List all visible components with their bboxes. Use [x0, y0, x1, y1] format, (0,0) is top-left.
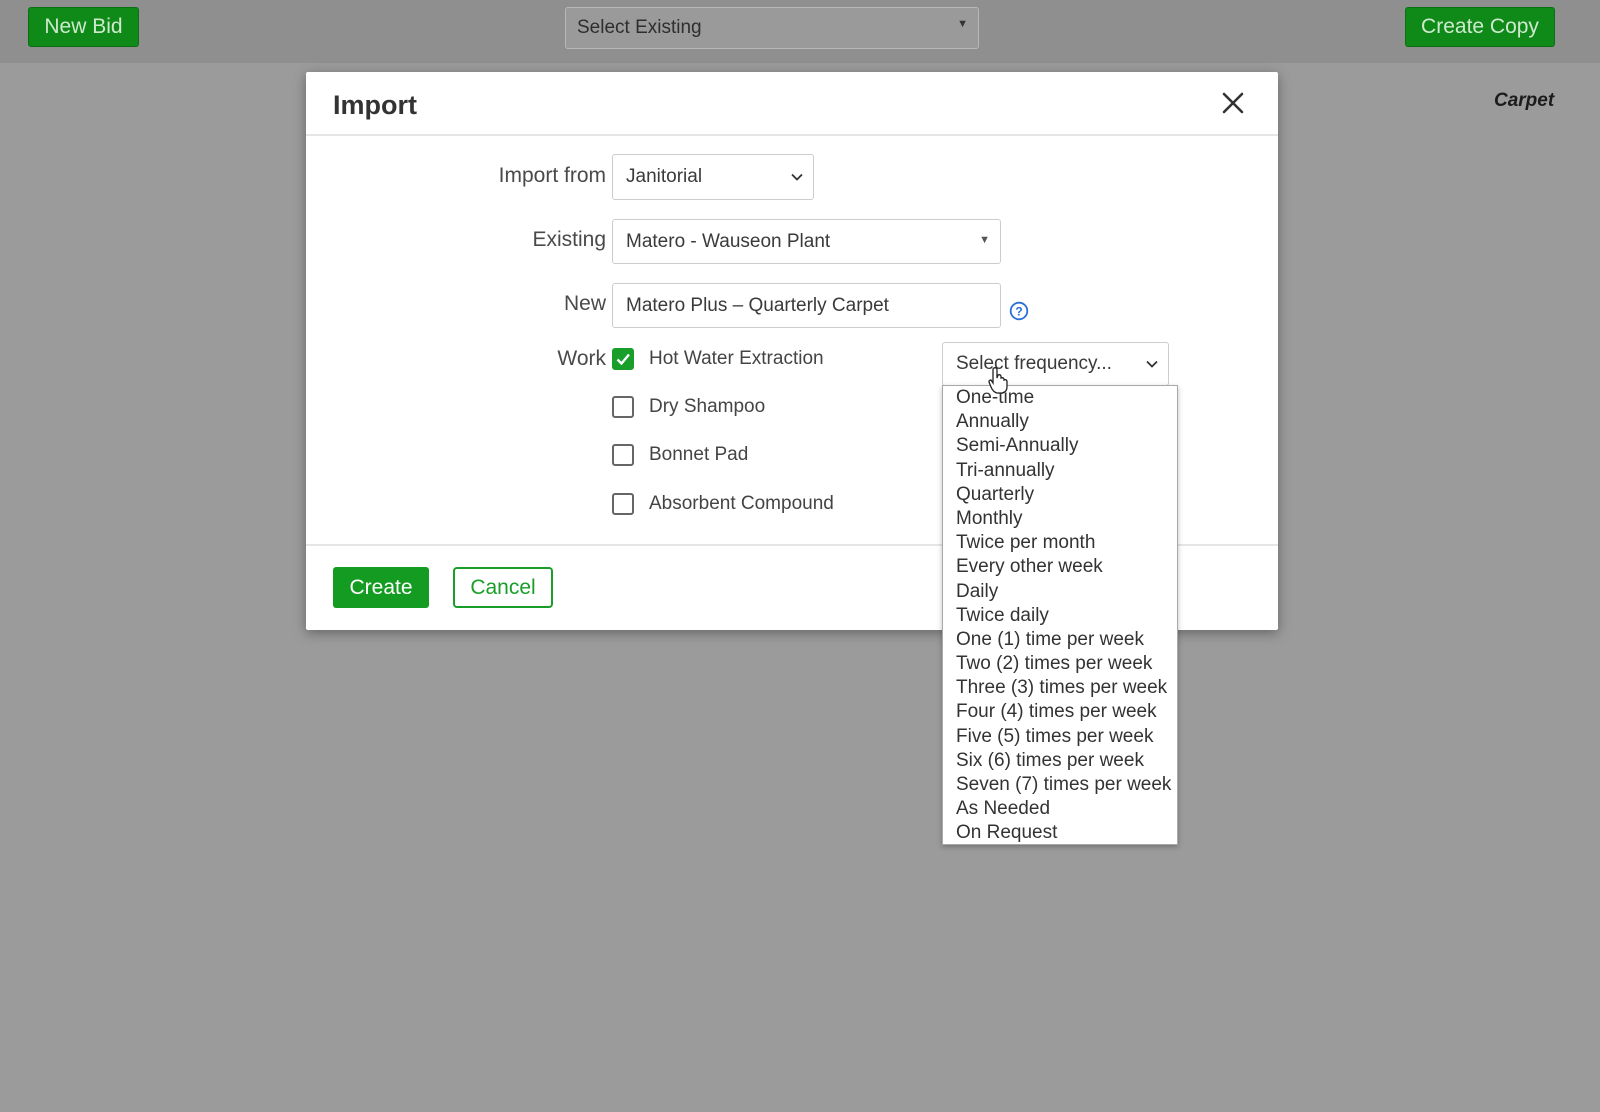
frequency-select[interactable]: Select frequency...: [942, 342, 1169, 386]
dropdown-arrow-icon: ▼: [957, 18, 968, 30]
checkbox-checked[interactable]: [612, 348, 634, 370]
new-name-value: Matero Plus – Quarterly Carpet: [626, 294, 889, 316]
create-button[interactable]: Create: [333, 567, 429, 608]
frequency-option[interactable]: Three (3) times per week: [943, 676, 1177, 700]
dialog-header: Import: [306, 72, 1278, 136]
existing-label: Existing: [532, 228, 606, 251]
chevron-down-icon: [791, 173, 803, 181]
frequency-option[interactable]: One (1) time per week: [943, 628, 1177, 652]
chevron-down-icon: [1146, 360, 1158, 368]
frequency-option[interactable]: Twice daily: [943, 604, 1177, 628]
frequency-option[interactable]: One-time: [943, 386, 1177, 410]
frequency-option[interactable]: Twice per month: [943, 531, 1177, 555]
frequency-placeholder: Select frequency...: [956, 353, 1112, 374]
frequency-option[interactable]: Four (4) times per week: [943, 700, 1177, 724]
hand-cursor-icon: [988, 367, 1008, 394]
work-item-dry-shampoo[interactable]: Dry Shampoo: [612, 396, 765, 418]
dialog-title: Import: [333, 90, 417, 120]
new-bid-button[interactable]: New Bid: [28, 7, 139, 47]
work-item-absorbent-compound[interactable]: Absorbent Compound: [612, 493, 834, 515]
work-item-hot-water-extraction[interactable]: Hot Water Extraction: [612, 348, 824, 370]
dropdown-arrow-icon: ▼: [979, 234, 990, 246]
frequency-option[interactable]: Tri-annually: [943, 459, 1177, 483]
frequency-option[interactable]: On Request: [943, 821, 1177, 845]
work-item-label: Dry Shampoo: [649, 396, 766, 417]
checkbox[interactable]: [612, 493, 634, 515]
checkbox[interactable]: [612, 444, 634, 466]
close-icon[interactable]: [1220, 90, 1246, 116]
new-name-input[interactable]: Matero Plus – Quarterly Carpet: [612, 283, 1001, 328]
work-item-label: Hot Water Extraction: [649, 348, 824, 369]
new-label: New: [563, 292, 606, 315]
frequency-option[interactable]: Quarterly: [943, 483, 1177, 507]
create-copy-button[interactable]: Create Copy: [1405, 7, 1555, 47]
frequency-option[interactable]: Monthly: [943, 507, 1177, 531]
frequency-option[interactable]: Semi-Annually: [943, 434, 1177, 458]
existing-select[interactable]: Matero - Wauseon Plant ▼: [612, 219, 1001, 264]
frequency-option[interactable]: Seven (7) times per week: [943, 773, 1177, 797]
frequency-option[interactable]: Daily: [943, 580, 1177, 604]
import-from-select[interactable]: Janitorial: [612, 154, 814, 200]
checkbox[interactable]: [612, 396, 634, 418]
frequency-options-list: One-time Annually Semi-Annually Tri-annu…: [942, 385, 1178, 845]
import-from-value: Janitorial: [626, 166, 703, 187]
cancel-button[interactable]: Cancel: [453, 567, 553, 608]
svg-text:?: ?: [1015, 305, 1022, 319]
existing-value: Matero - Wauseon Plant: [626, 230, 831, 252]
work-item-label: Bonnet Pad: [649, 444, 749, 465]
work-item-bonnet-pad[interactable]: Bonnet Pad: [612, 444, 748, 466]
frequency-option[interactable]: Six (6) times per week: [943, 749, 1177, 773]
work-label: Work: [557, 347, 606, 370]
select-existing-label: Select Existing: [577, 17, 702, 38]
frequency-option[interactable]: Five (5) times per week: [943, 725, 1177, 749]
select-existing-dropdown[interactable]: Select Existing ▼: [565, 7, 979, 49]
frequency-option[interactable]: Annually: [943, 410, 1177, 434]
frequency-option[interactable]: Every other week: [943, 555, 1177, 579]
help-icon[interactable]: ?: [1009, 301, 1029, 321]
section-title: Carpet: [1494, 90, 1555, 111]
frequency-option[interactable]: As Needed: [943, 797, 1177, 821]
import-from-label: Import from: [498, 164, 606, 187]
work-item-label: Absorbent Compound: [649, 493, 834, 514]
frequency-option[interactable]: Two (2) times per week: [943, 652, 1177, 676]
